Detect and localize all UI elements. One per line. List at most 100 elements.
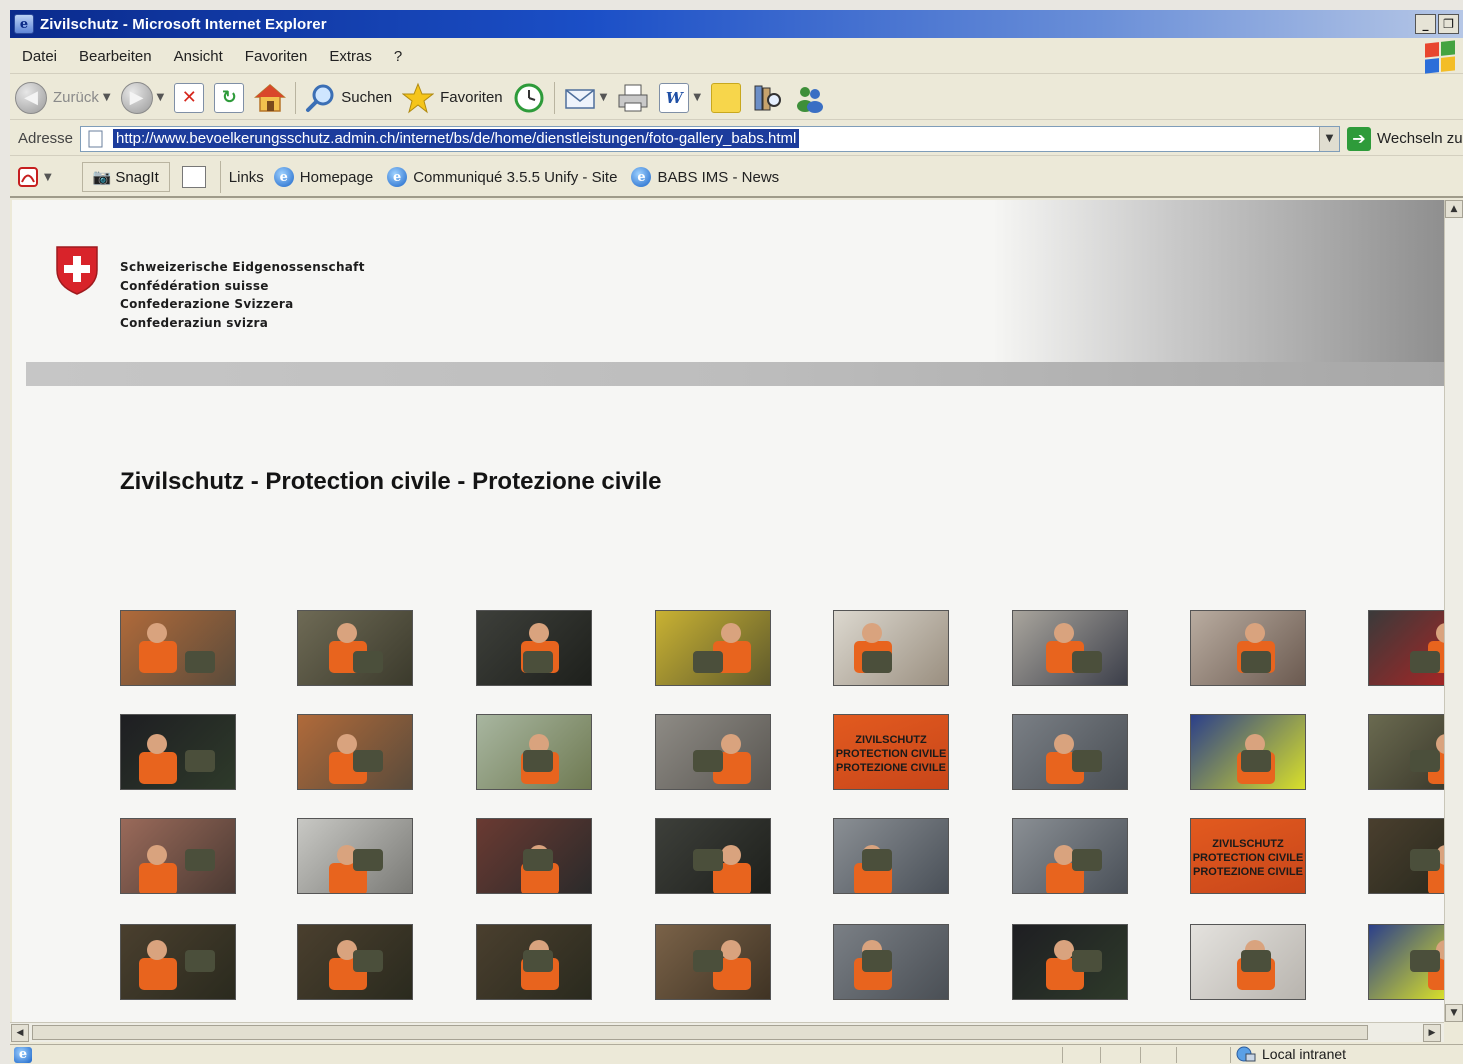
gallery-thumbnail[interactable] (1190, 610, 1306, 686)
gallery-thumbnail[interactable] (1368, 924, 1444, 1000)
gallery-thumbnail[interactable] (1012, 714, 1128, 790)
gallery-thumbnail[interactable] (120, 818, 236, 894)
stop-button[interactable]: ✕ (169, 79, 209, 117)
background-object (353, 950, 383, 972)
address-dropdown-icon[interactable]: ▼ (1319, 126, 1339, 151)
print-button[interactable] (612, 79, 654, 117)
mail-button[interactable]: ▼ (559, 79, 613, 117)
menu-bearbeiten[interactable]: Bearbeiten (68, 48, 163, 65)
horizontal-scrollbar[interactable]: ◀ ▶ (10, 1022, 1444, 1042)
swiss-shield-logo[interactable] (54, 244, 100, 296)
gallery-thumbnail[interactable] (1190, 924, 1306, 1000)
go-arrow-icon[interactable]: ➔ (1347, 126, 1371, 151)
back-button[interactable]: ◀ Zurück ▼ (10, 79, 116, 117)
back-dropdown-icon[interactable]: ▼ (103, 92, 111, 103)
gallery-thumbnail[interactable] (297, 610, 413, 686)
pdf-dropdown-icon[interactable]: ▼ (44, 172, 52, 183)
gallery-thumbnail[interactable] (1190, 714, 1306, 790)
gallery-thumbnail[interactable] (1012, 818, 1128, 894)
scroll-left-icon[interactable]: ◀ (11, 1024, 29, 1042)
background-object (862, 849, 892, 871)
gallery-thumbnail[interactable] (476, 924, 592, 1000)
notes-button[interactable] (706, 79, 746, 117)
background-object (1072, 849, 1102, 871)
edit-dropdown-icon[interactable]: ▼ (693, 92, 701, 103)
go-button[interactable]: Wechseln zu (1377, 130, 1463, 147)
research-button[interactable] (746, 79, 788, 117)
gallery-thumbnail[interactable] (1368, 818, 1444, 894)
menu-extras[interactable]: Extras (318, 48, 383, 65)
status-cell (1062, 1047, 1063, 1063)
gallery-thumbnail[interactable] (1368, 610, 1444, 686)
forward-dropdown-icon[interactable]: ▼ (157, 92, 165, 103)
gallery-thumbnail[interactable] (297, 818, 413, 894)
history-button[interactable] (508, 79, 550, 117)
gallery-thumbnail[interactable] (476, 610, 592, 686)
gallery-thumbnail[interactable] (833, 924, 949, 1000)
favorites-label: Favoriten (440, 89, 503, 106)
maximize-button[interactable]: ❐ (1438, 14, 1459, 34)
menu-datei[interactable]: Datei (10, 48, 68, 65)
status-page-icon: e (14, 1046, 32, 1063)
gallery-thumbnail[interactable] (655, 924, 771, 1000)
window-title: Zivilschutz - Microsoft Internet Explore… (40, 15, 327, 33)
minimize-button[interactable]: _ (1415, 14, 1436, 34)
home-button[interactable] (249, 79, 291, 117)
forward-button[interactable]: ▶ ▼ (116, 79, 170, 117)
gallery-thumbnail[interactable] (1012, 610, 1128, 686)
address-url[interactable]: http://www.bevoelkerungsschutz.admin.ch/… (113, 129, 800, 148)
sticky-note-icon (711, 82, 742, 113)
favorites-button[interactable]: Favoriten (397, 79, 508, 117)
person-head (721, 623, 741, 643)
gallery-thumbnail[interactable] (833, 610, 949, 686)
gallery-thumbnail[interactable]: ZIVILSCHUTZ PROTECTION CIVILE PROTEZIONE… (1190, 818, 1306, 894)
gallery-thumbnail[interactable] (297, 924, 413, 1000)
mail-dropdown-icon[interactable]: ▼ (600, 92, 608, 103)
refresh-button[interactable]: ↻ (209, 79, 249, 117)
scroll-up-icon[interactable]: ▲ (1445, 200, 1463, 218)
research-books-icon (754, 85, 782, 110)
gallery-thumbnail[interactable] (120, 714, 236, 790)
gallery-thumbnail[interactable] (120, 924, 236, 1000)
print-icon (618, 84, 648, 111)
background-object (1072, 651, 1102, 673)
background-object (1072, 750, 1102, 772)
gallery-thumbnail[interactable] (833, 818, 949, 894)
gallery-thumbnail[interactable] (476, 714, 592, 790)
scroll-right-icon[interactable]: ▶ (1423, 1024, 1441, 1042)
link-communique-label: Communiqué 3.5.5 Unify - Site (413, 168, 618, 186)
pdf-acrobat-icon[interactable] (16, 165, 40, 189)
gallery-thumbnail[interactable] (655, 818, 771, 894)
gallery-thumbnail[interactable] (655, 610, 771, 686)
person-head (337, 623, 357, 643)
messenger-button[interactable] (788, 79, 830, 117)
window-controls: _ ❐ (1415, 14, 1459, 34)
gallery-thumbnail[interactable] (120, 610, 236, 686)
address-bar: Adresse http://www.bevoelkerungsschutz.a… (10, 122, 1463, 156)
link-communique[interactable]: e Communiqué 3.5.5 Unify - Site (387, 167, 617, 187)
link-babs-ims-news[interactable]: e BABS IMS - News (631, 167, 779, 187)
snagit-button[interactable]: 📷 SnagIt (81, 162, 170, 192)
favorites-star-icon (402, 82, 435, 113)
horizontal-scroll-thumb[interactable] (32, 1025, 1368, 1040)
gallery-thumbnail[interactable] (476, 818, 592, 894)
scroll-down-icon[interactable]: ▼ (1445, 1004, 1463, 1022)
menu-favoriten[interactable]: Favoriten (234, 48, 319, 65)
edit-button[interactable]: W ▼ (654, 79, 706, 117)
vertical-scrollbar[interactable]: ▲ ▼ (1444, 200, 1463, 1022)
link-homepage[interactable]: e Homepage (273, 167, 373, 187)
status-cell (1230, 1047, 1231, 1063)
background-object (185, 651, 215, 673)
snagit-capture-icon[interactable] (181, 166, 206, 188)
menu-ansicht[interactable]: Ansicht (163, 48, 234, 65)
gallery-thumbnail[interactable] (297, 714, 413, 790)
person-head (862, 623, 882, 643)
forward-arrow-icon: ▶ (120, 81, 153, 114)
gallery-thumbnail[interactable]: ZIVILSCHUTZ PROTECTION CIVILE PROTEZIONE… (833, 714, 949, 790)
menu-help[interactable]: ? (383, 48, 413, 65)
gallery-thumbnail[interactable] (1368, 714, 1444, 790)
gallery-thumbnail[interactable] (1012, 924, 1128, 1000)
gallery-thumbnail[interactable] (655, 714, 771, 790)
search-button[interactable]: Suchen (300, 79, 397, 117)
address-input[interactable]: http://www.bevoelkerungsschutz.admin.ch/… (80, 125, 1340, 152)
